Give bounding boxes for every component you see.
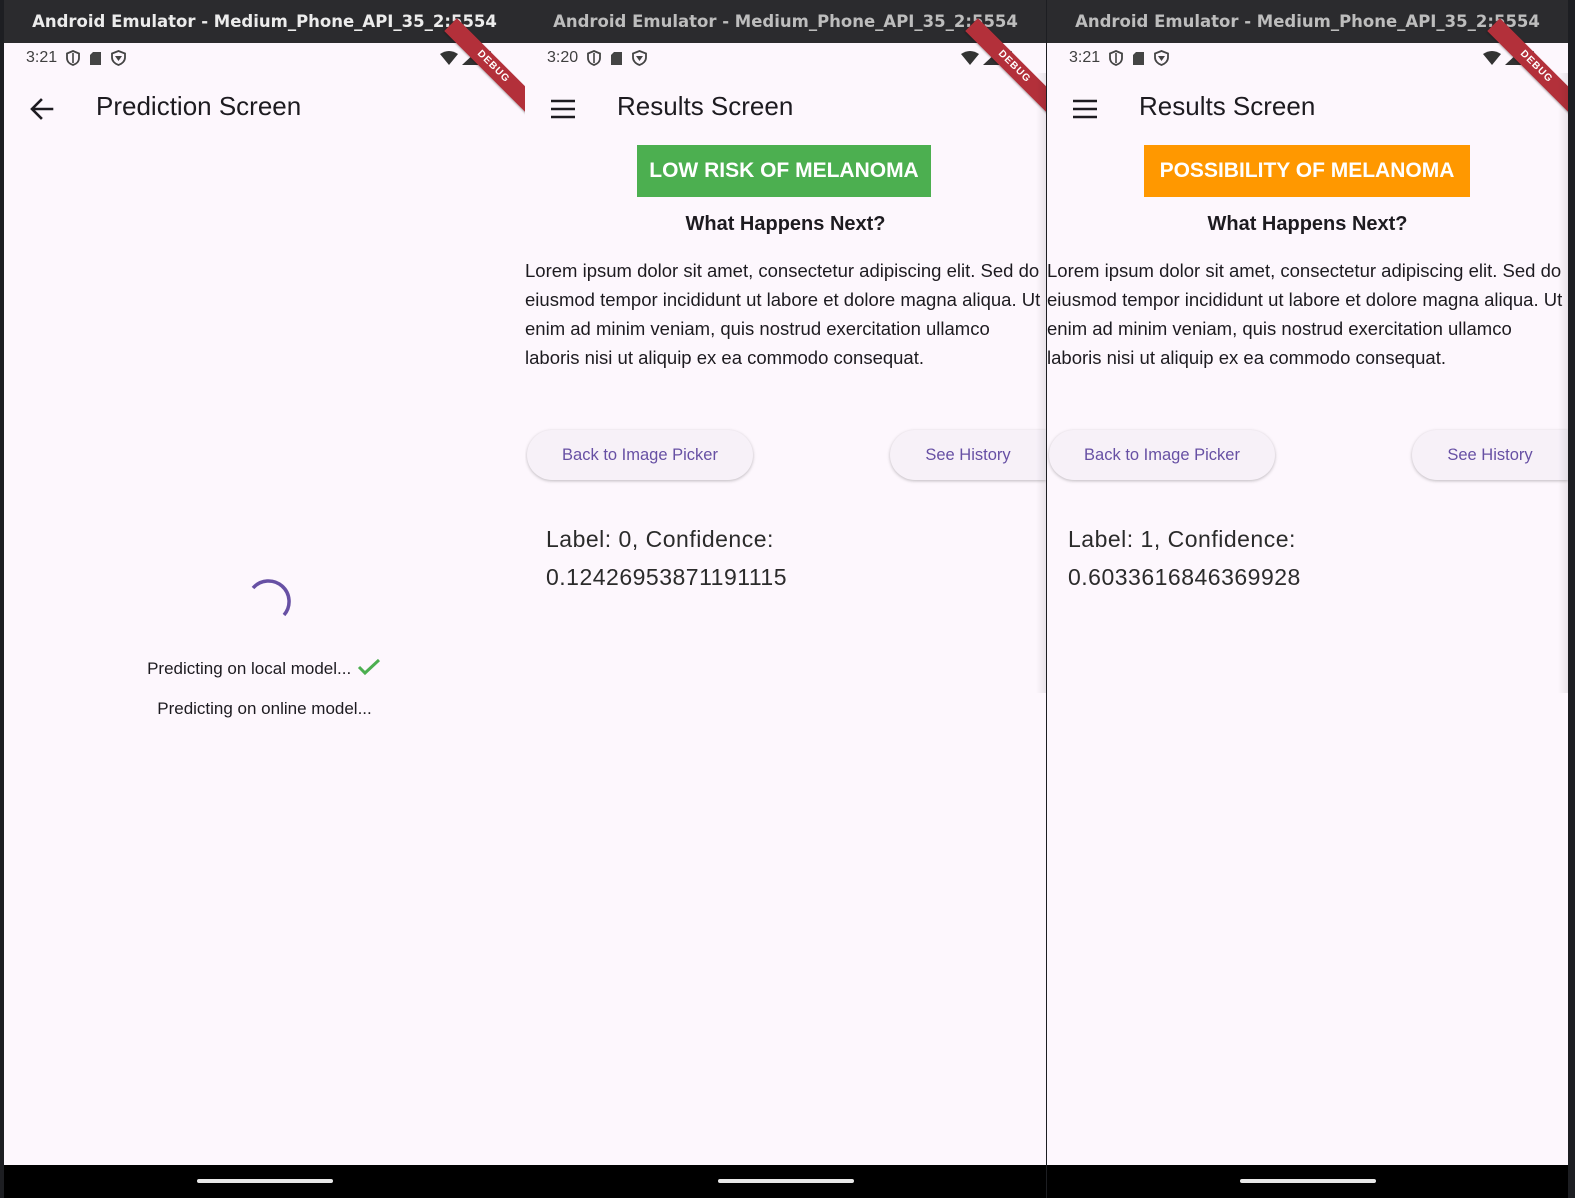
back-to-image-picker-button[interactable]: Back to Image Picker	[527, 430, 753, 480]
see-history-button[interactable]: See History	[1412, 430, 1568, 480]
shield-icon	[66, 50, 80, 66]
window-title: Android Emulator - Medium_Phone_API_35_2…	[4, 0, 525, 43]
emulator-window-prediction: Android Emulator - Medium_Phone_API_35_2…	[4, 0, 525, 1198]
prediction-label-line: Label: 1, Confidence:	[1068, 526, 1296, 552]
status-icons-left	[66, 50, 126, 66]
local-model-label: Predicting on local model...	[147, 659, 352, 678]
sd-card-icon	[611, 51, 622, 65]
drawer-shadow	[1036, 73, 1046, 693]
wifi-icon	[1483, 50, 1501, 65]
risk-banner: LOW RISK OF MELANOMA	[637, 145, 931, 197]
drawer-shadow	[1558, 73, 1568, 693]
home-gesture-handle[interactable]	[196, 1179, 333, 1183]
prediction-result: Label: 0, Confidence: 0.1242695387119111…	[546, 520, 787, 596]
prediction-confidence-value: 0.6033616846369928	[1068, 564, 1301, 590]
next-steps-body: Lorem ipsum dolor sit amet, consectetur …	[525, 260, 1041, 368]
back-to-image-picker-button[interactable]: Back to Image Picker	[1049, 430, 1275, 480]
home-gesture-handle[interactable]	[1239, 1179, 1376, 1183]
menu-icon[interactable]	[547, 93, 579, 125]
status-bar: 3:21	[4, 43, 525, 73]
page-title: Results Screen	[617, 91, 794, 121]
shield-icon	[587, 50, 601, 66]
status-bar: 3:20	[525, 43, 1046, 73]
back-arrow-icon[interactable]	[26, 93, 58, 125]
protect-icon	[1154, 50, 1169, 66]
app-bar: Results Screen	[1047, 73, 1568, 143]
app-bar: Results Screen	[525, 73, 1046, 143]
emulator-window-results-low: Android Emulator - Medium_Phone_API_35_2…	[525, 0, 1046, 1198]
page-title: Prediction Screen	[96, 91, 302, 121]
next-steps-heading: What Happens Next?	[685, 213, 886, 235]
emulator-window-results-possible: Android Emulator - Medium_Phone_API_35_2…	[1047, 0, 1568, 1198]
page-title: Results Screen	[1139, 91, 1316, 121]
prediction-label-line: Label: 0, Confidence:	[546, 526, 774, 552]
protect-icon	[111, 50, 126, 66]
next-steps-body: Lorem ipsum dolor sit amet, consectetur …	[1047, 260, 1563, 368]
online-model-status: Predicting on online model...	[157, 699, 372, 718]
sd-card-icon	[90, 51, 101, 65]
status-bar: 3:21	[1047, 43, 1568, 73]
status-time: 3:20	[547, 49, 579, 66]
system-nav-bar	[1047, 1165, 1568, 1198]
status-time: 3:21	[1069, 49, 1101, 66]
status-icons-left	[587, 50, 647, 66]
system-nav-bar	[4, 1165, 525, 1198]
wifi-icon	[440, 50, 458, 65]
window-title: Android Emulator - Medium_Phone_API_35_2…	[525, 0, 1046, 43]
local-model-status: Predicting on local model...	[4, 657, 525, 679]
prediction-result: Label: 1, Confidence: 0.6033616846369928	[1068, 520, 1301, 596]
risk-banner: POSSIBILITY OF MELANOMA	[1144, 145, 1470, 197]
see-history-button[interactable]: See History	[890, 430, 1046, 480]
app-bar: Prediction Screen	[4, 73, 525, 143]
protect-icon	[632, 50, 647, 66]
loading-spinner-icon	[251, 579, 291, 617]
home-gesture-handle[interactable]	[717, 1179, 854, 1183]
status-time: 3:21	[26, 49, 58, 66]
next-steps-heading: What Happens Next?	[1207, 213, 1408, 235]
check-icon	[357, 658, 380, 676]
menu-icon[interactable]	[1069, 93, 1101, 125]
wifi-icon	[961, 50, 979, 65]
system-nav-bar	[525, 1165, 1046, 1198]
status-icons-left	[1109, 50, 1169, 66]
sd-card-icon	[1133, 51, 1144, 65]
prediction-confidence-value: 0.12426953871191115	[546, 564, 788, 590]
shield-icon	[1109, 50, 1123, 66]
window-title: Android Emulator - Medium_Phone_API_35_2…	[1047, 0, 1568, 43]
